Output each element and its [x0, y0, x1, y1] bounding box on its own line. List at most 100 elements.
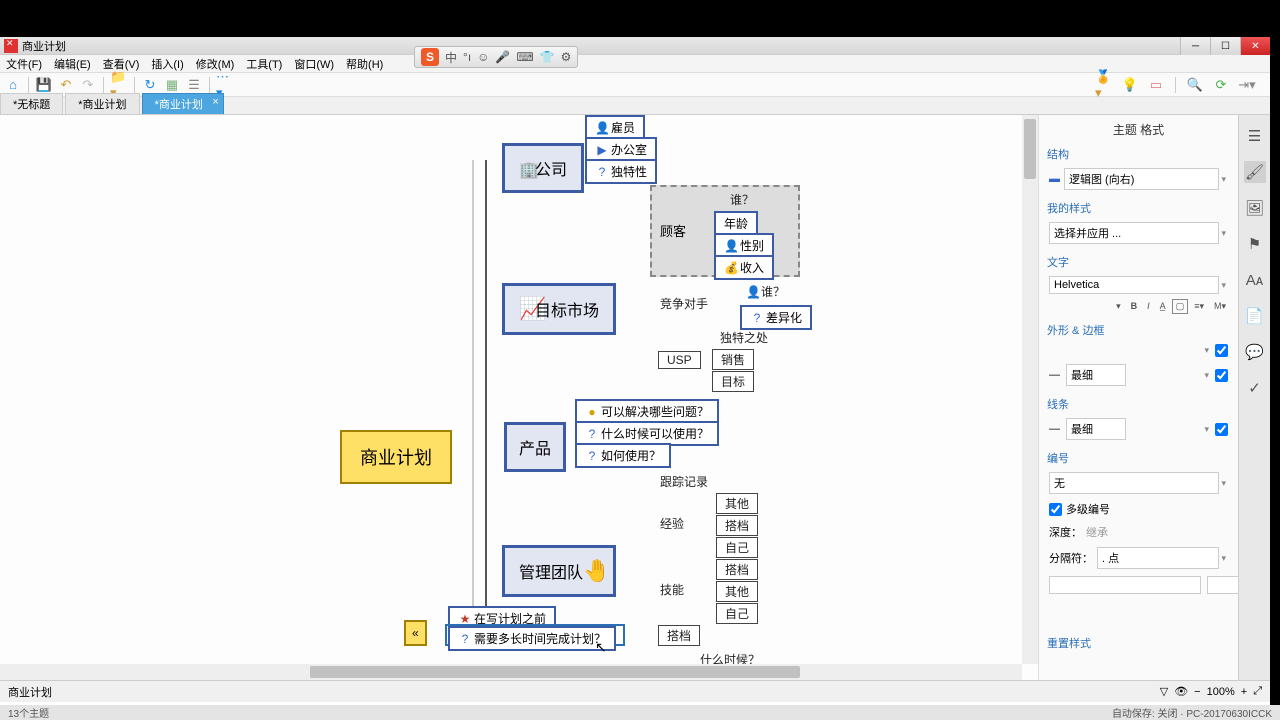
- font-size-icon[interactable]: ▾: [1112, 299, 1125, 314]
- menu-help[interactable]: 帮助(H): [340, 56, 389, 72]
- redo-button[interactable]: ↷: [79, 76, 97, 94]
- italic-button[interactable]: I: [1143, 299, 1154, 314]
- bold-button[interactable]: B: [1127, 299, 1142, 314]
- rail-notes-icon[interactable]: 📄: [1244, 305, 1266, 327]
- undo-button[interactable]: ↶: [57, 76, 75, 94]
- node-how-long[interactable]: ?需要多长时间完成计划？: [448, 626, 616, 651]
- node-competitor[interactable]: 竞争对手: [660, 295, 708, 312]
- node-other1[interactable]: 其他: [716, 493, 758, 514]
- font-a-button[interactable]: A̲: [1156, 299, 1170, 314]
- filter-icon[interactable]: ▽: [1160, 685, 1168, 698]
- node-company[interactable]: 🏢公司: [502, 143, 584, 193]
- ime-settings-icon[interactable]: ⚙: [561, 50, 572, 64]
- node-partner3[interactable]: 搭档: [658, 625, 700, 646]
- multi-number-check[interactable]: [1049, 503, 1062, 516]
- menu-window[interactable]: 窗口(W): [288, 56, 340, 72]
- section-mystyle[interactable]: 我的样式: [1047, 200, 1230, 216]
- rail-flag-icon[interactable]: ⚑: [1244, 233, 1266, 255]
- more-button[interactable]: ⋯ ▾: [216, 76, 234, 94]
- tab-plan-2[interactable]: *商业计划×: [142, 93, 224, 114]
- menu-file[interactable]: 文件(F): [0, 56, 48, 72]
- border-select[interactable]: 最细: [1066, 364, 1126, 386]
- border-check[interactable]: [1215, 369, 1228, 382]
- node-how-use[interactable]: ?如何使用？: [575, 443, 671, 468]
- node-who2[interactable]: 👤谁？: [746, 283, 785, 300]
- close-button[interactable]: ✕: [1240, 37, 1270, 55]
- list-button[interactable]: ☰: [185, 76, 203, 94]
- ime-mode[interactable]: 中: [445, 49, 457, 66]
- line-select[interactable]: 最细: [1066, 418, 1126, 440]
- menu-tools[interactable]: 工具(T): [240, 56, 288, 72]
- section-shape[interactable]: 外形 & 边框: [1047, 322, 1230, 338]
- ime-mic-icon[interactable]: 🎤: [495, 50, 510, 64]
- bulb-icon[interactable]: 💡: [1121, 76, 1139, 94]
- menu-insert[interactable]: 插入(I): [145, 56, 189, 72]
- number-select[interactable]: 无: [1049, 472, 1219, 494]
- node-when[interactable]: 什么时候？: [700, 651, 760, 664]
- tab-plan-1[interactable]: *商业计划: [65, 93, 139, 114]
- rail-outline-icon[interactable]: ☰: [1244, 125, 1266, 147]
- node-other2[interactable]: 其他: [716, 581, 758, 602]
- menu-edit[interactable]: 编辑(E): [48, 56, 97, 72]
- folder-button[interactable]: 📁▾: [110, 76, 128, 94]
- status-sheet[interactable]: 商业计划: [8, 684, 52, 700]
- tab-untitled[interactable]: *无标题: [0, 93, 63, 114]
- node-central[interactable]: 商业计划: [340, 430, 452, 484]
- ime-punct-icon[interactable]: °ı: [463, 50, 471, 64]
- m-button[interactable]: M▾: [1210, 299, 1230, 314]
- ime-toolbar[interactable]: S 中 °ı ☺ 🎤 ⌨ 👕 ⚙: [414, 46, 578, 68]
- zoom-value[interactable]: 100%: [1207, 686, 1235, 698]
- rail-task-icon[interactable]: ✓: [1244, 377, 1266, 399]
- align-button[interactable]: ≡▾: [1190, 299, 1208, 314]
- font-select[interactable]: Helvetica: [1049, 276, 1219, 294]
- node-partner1[interactable]: 搭档: [716, 515, 758, 536]
- ime-keyboard-icon[interactable]: ⌨: [516, 50, 533, 64]
- refresh-button[interactable]: ↻: [141, 76, 159, 94]
- home-button[interactable]: ⌂: [4, 76, 22, 94]
- card-icon[interactable]: ▭: [1147, 76, 1165, 94]
- customer-group[interactable]: 顾客 谁？ 年龄 👤性别 💰收入: [650, 185, 800, 277]
- node-self1[interactable]: 自己: [716, 537, 758, 558]
- node-market[interactable]: 📈目标市场: [502, 283, 616, 335]
- section-number[interactable]: 编号: [1047, 450, 1230, 466]
- zoom-in-button[interactable]: +: [1241, 686, 1247, 698]
- node-skill[interactable]: 技能: [660, 581, 684, 598]
- node-partner2[interactable]: 搭档: [716, 559, 758, 580]
- save-button[interactable]: 💾: [35, 76, 53, 94]
- rail-label-icon[interactable]: Aᴀ: [1244, 269, 1266, 291]
- node-product[interactable]: 产品: [504, 422, 566, 472]
- line-check[interactable]: [1215, 423, 1228, 436]
- zoom-out-button[interactable]: −: [1194, 686, 1200, 698]
- tab-close-icon[interactable]: ×: [212, 96, 218, 108]
- node-goal[interactable]: 目标: [712, 371, 754, 392]
- maximize-button[interactable]: ☐: [1210, 37, 1240, 55]
- node-side-marker[interactable]: «: [404, 620, 427, 646]
- scrollbar-horizontal[interactable]: [0, 664, 1022, 680]
- node-sales[interactable]: 销售: [712, 349, 754, 370]
- rail-image-icon[interactable]: 🖼: [1244, 197, 1266, 219]
- fit-icon[interactable]: ⤢: [1253, 685, 1262, 698]
- shape-style[interactable]: ▾: [1202, 345, 1211, 356]
- award-icon[interactable]: 🏅▾: [1095, 76, 1113, 94]
- node-usp[interactable]: USP: [658, 351, 701, 369]
- node-team[interactable]: 管理团队🤚: [502, 545, 616, 597]
- node-income[interactable]: 💰收入: [714, 255, 774, 280]
- canvas[interactable]: 商业计划 🏢公司 👤雇员 ▶办公室 ?独特性 📈目标市场 顾客 谁？ 年龄 👤性…: [0, 115, 1038, 680]
- node-diff[interactable]: ?差异化: [740, 305, 812, 330]
- share-icon[interactable]: ⟳: [1212, 76, 1230, 94]
- node-exp[interactable]: 经验: [660, 515, 684, 532]
- search-icon[interactable]: 🔍: [1186, 76, 1204, 94]
- shape-check[interactable]: [1215, 344, 1228, 357]
- node-unique[interactable]: ?独特性: [585, 159, 657, 184]
- sep-select[interactable]: . 点: [1097, 547, 1219, 569]
- rail-format-icon[interactable]: 🖌: [1244, 161, 1266, 183]
- grid-button[interactable]: ▦: [163, 76, 181, 94]
- eye-icon[interactable]: 👁: [1174, 685, 1188, 698]
- node-self2[interactable]: 自己: [716, 603, 758, 624]
- number-prefix-input[interactable]: [1049, 576, 1201, 594]
- rail-comment-icon[interactable]: 💬: [1244, 341, 1266, 363]
- section-text[interactable]: 文字: [1047, 254, 1230, 270]
- ime-skin-icon[interactable]: 👕: [540, 50, 555, 64]
- mystyle-select[interactable]: 选择并应用 ...: [1049, 222, 1219, 244]
- scrollbar-vertical[interactable]: [1022, 115, 1038, 664]
